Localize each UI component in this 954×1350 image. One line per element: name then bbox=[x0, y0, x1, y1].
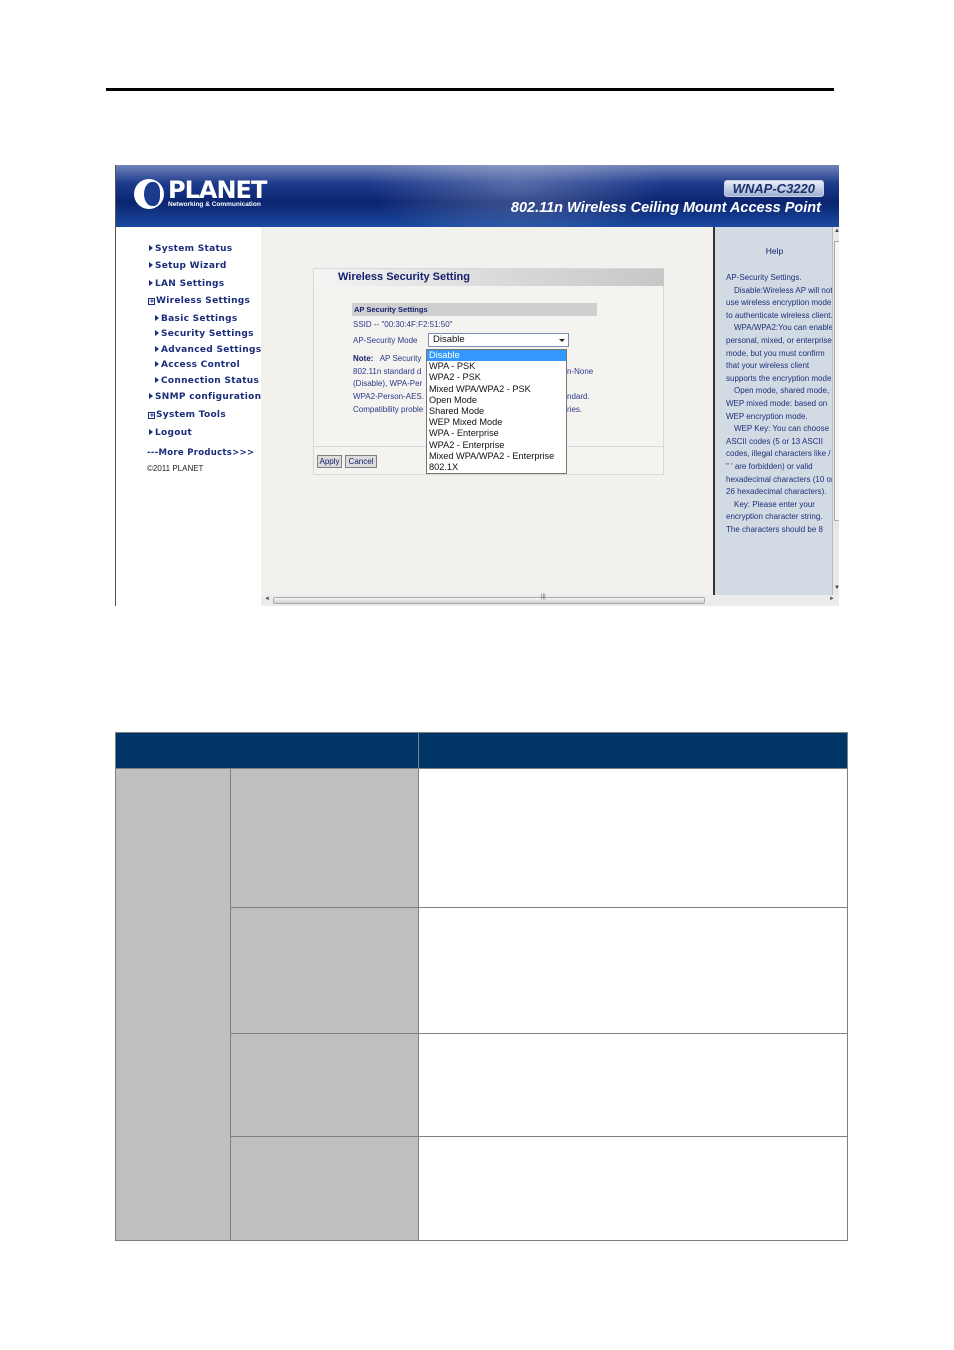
arrow-right-icon bbox=[149, 245, 153, 251]
nav-wireless-settings[interactable]: +Wireless Settings bbox=[148, 296, 250, 306]
table-sub-label bbox=[229, 768, 419, 908]
help-title: Help bbox=[765, 246, 784, 256]
table-sub-label bbox=[229, 1033, 419, 1137]
nav-lan-settings[interactable]: LAN Settings bbox=[149, 279, 224, 289]
dropdown-option[interactable]: Mixed WPA/WPA2 - Enterprise bbox=[427, 451, 566, 462]
note-text-right: n-None ndard. ries. bbox=[567, 367, 594, 415]
parameter-table bbox=[115, 732, 849, 1241]
arrow-right-icon bbox=[149, 429, 153, 435]
arrow-right-icon bbox=[149, 280, 153, 286]
nav-security-settings[interactable]: Security Settings bbox=[155, 329, 254, 339]
nav-system-tools[interactable]: +System Tools bbox=[148, 410, 226, 420]
model-badge: WNAP-C3220 bbox=[723, 180, 824, 197]
ssid-text: SSID -- "00:30:4F:F2:51:50" bbox=[353, 320, 453, 329]
table-header-row bbox=[115, 732, 849, 769]
dropdown-option[interactable]: Mixed WPA/WPA2 - PSK bbox=[427, 384, 566, 395]
table-description bbox=[417, 1136, 849, 1241]
table-sub-label bbox=[229, 1136, 419, 1241]
dropdown-option[interactable]: Open Mode bbox=[427, 395, 566, 406]
scroll-up-icon[interactable]: ▲ bbox=[834, 228, 839, 234]
table-description bbox=[417, 1033, 849, 1137]
nav-setup-wizard[interactable]: Setup Wizard bbox=[149, 261, 227, 271]
table-sub-label bbox=[229, 907, 419, 1034]
scroll-left-icon[interactable]: ◄ bbox=[264, 596, 270, 602]
dropdown-option[interactable]: WEP Mixed Mode bbox=[427, 417, 566, 428]
nav-logout[interactable]: Logout bbox=[149, 428, 192, 438]
table-header-object bbox=[115, 732, 419, 769]
chevron-down-icon bbox=[559, 339, 565, 342]
help-panel: Help AP-Security Settings. Disable:Wirel… bbox=[713, 227, 832, 596]
arrow-right-icon bbox=[155, 330, 159, 336]
table-description bbox=[417, 768, 849, 908]
security-mode-select[interactable]: Disable bbox=[428, 333, 569, 347]
banner: PLANET Networking & Communication WNAP-C… bbox=[116, 165, 839, 227]
sidebar-nav: System Status Setup Wizard LAN Settings … bbox=[116, 227, 261, 606]
table-header-description bbox=[417, 732, 849, 769]
scroll-down-icon[interactable]: ▼ bbox=[834, 585, 839, 591]
nav-snmp-configuration[interactable]: SNMP configuration bbox=[149, 392, 261, 402]
table-group-label bbox=[115, 768, 231, 1241]
arrow-right-icon bbox=[155, 377, 159, 383]
nav-advanced-settings[interactable]: Advanced Settings bbox=[155, 345, 261, 355]
security-mode-dropdown-list[interactable]: Disable WPA - PSK WPA2 - PSK Mixed WPA/W… bbox=[426, 349, 567, 474]
logo-name: PLANET bbox=[168, 176, 267, 204]
dropdown-option[interactable]: WPA2 - Enterprise bbox=[427, 440, 566, 451]
main-horizontal-scrollbar[interactable]: ◄ ||| bbox=[261, 594, 713, 606]
arrow-right-icon bbox=[155, 346, 159, 352]
table-description bbox=[417, 907, 849, 1034]
expand-plus-icon: + bbox=[148, 297, 156, 305]
page-header-rule bbox=[106, 88, 834, 91]
security-mode-label: AP-Security Mode bbox=[353, 336, 418, 345]
planet-logo-icon bbox=[134, 179, 164, 209]
help-text: AP-Security Settings. Disable:Wireless A… bbox=[726, 273, 832, 534]
help-horizontal-scrollbar[interactable]: ► bbox=[713, 595, 839, 606]
copyright: ©2011 PLANET bbox=[147, 464, 204, 473]
arrow-right-icon bbox=[149, 262, 153, 268]
dropdown-option[interactable]: WPA2 - PSK bbox=[427, 372, 566, 383]
dropdown-option[interactable]: WPA - Enterprise bbox=[427, 428, 566, 439]
product-title: 802.11n Wireless Ceiling Mount Access Po… bbox=[510, 200, 821, 216]
nav-system-status[interactable]: System Status bbox=[149, 244, 232, 254]
dropdown-option[interactable]: Disable bbox=[427, 350, 566, 362]
cancel-button[interactable]: Cancel bbox=[345, 455, 377, 468]
more-products-link[interactable]: ---More Products>>> bbox=[147, 448, 254, 458]
scrollbar-thumb[interactable] bbox=[273, 597, 705, 604]
planet-logo: PLANET Networking & Communication bbox=[134, 176, 267, 209]
scrollbar-thumb[interactable] bbox=[834, 241, 839, 521]
security-mode-value: Disable bbox=[433, 334, 465, 345]
scroll-right-icon[interactable]: ► bbox=[829, 596, 835, 602]
help-vertical-scrollbar[interactable]: ▲ ▼ bbox=[832, 227, 839, 596]
note-label: Note: bbox=[353, 354, 374, 363]
arrow-right-icon bbox=[155, 315, 159, 321]
section-title: AP Security Settings bbox=[352, 303, 597, 316]
dropdown-option[interactable]: Shared Mode bbox=[427, 406, 566, 417]
table-row bbox=[115, 768, 849, 1241]
note-text: Note: AP Security 802.11n standard d (Di… bbox=[353, 354, 424, 414]
apply-button[interactable]: Apply bbox=[317, 455, 342, 468]
nav-connection-status[interactable]: Connection Status bbox=[155, 376, 259, 386]
dropdown-option[interactable]: 802.1X bbox=[427, 462, 566, 473]
nav-basic-settings[interactable]: Basic Settings bbox=[155, 314, 238, 324]
scrollbar-grip-icon: ||| bbox=[541, 594, 546, 600]
arrow-right-icon bbox=[155, 361, 159, 367]
panel-title: Wireless Security Setting bbox=[314, 269, 664, 286]
logo-tagline: Networking & Communication bbox=[168, 201, 261, 208]
dropdown-option[interactable]: WPA - PSK bbox=[427, 361, 566, 372]
nav-access-control[interactable]: Access Control bbox=[155, 360, 240, 370]
expand-plus-icon: + bbox=[148, 411, 156, 419]
arrow-right-icon bbox=[149, 393, 153, 399]
